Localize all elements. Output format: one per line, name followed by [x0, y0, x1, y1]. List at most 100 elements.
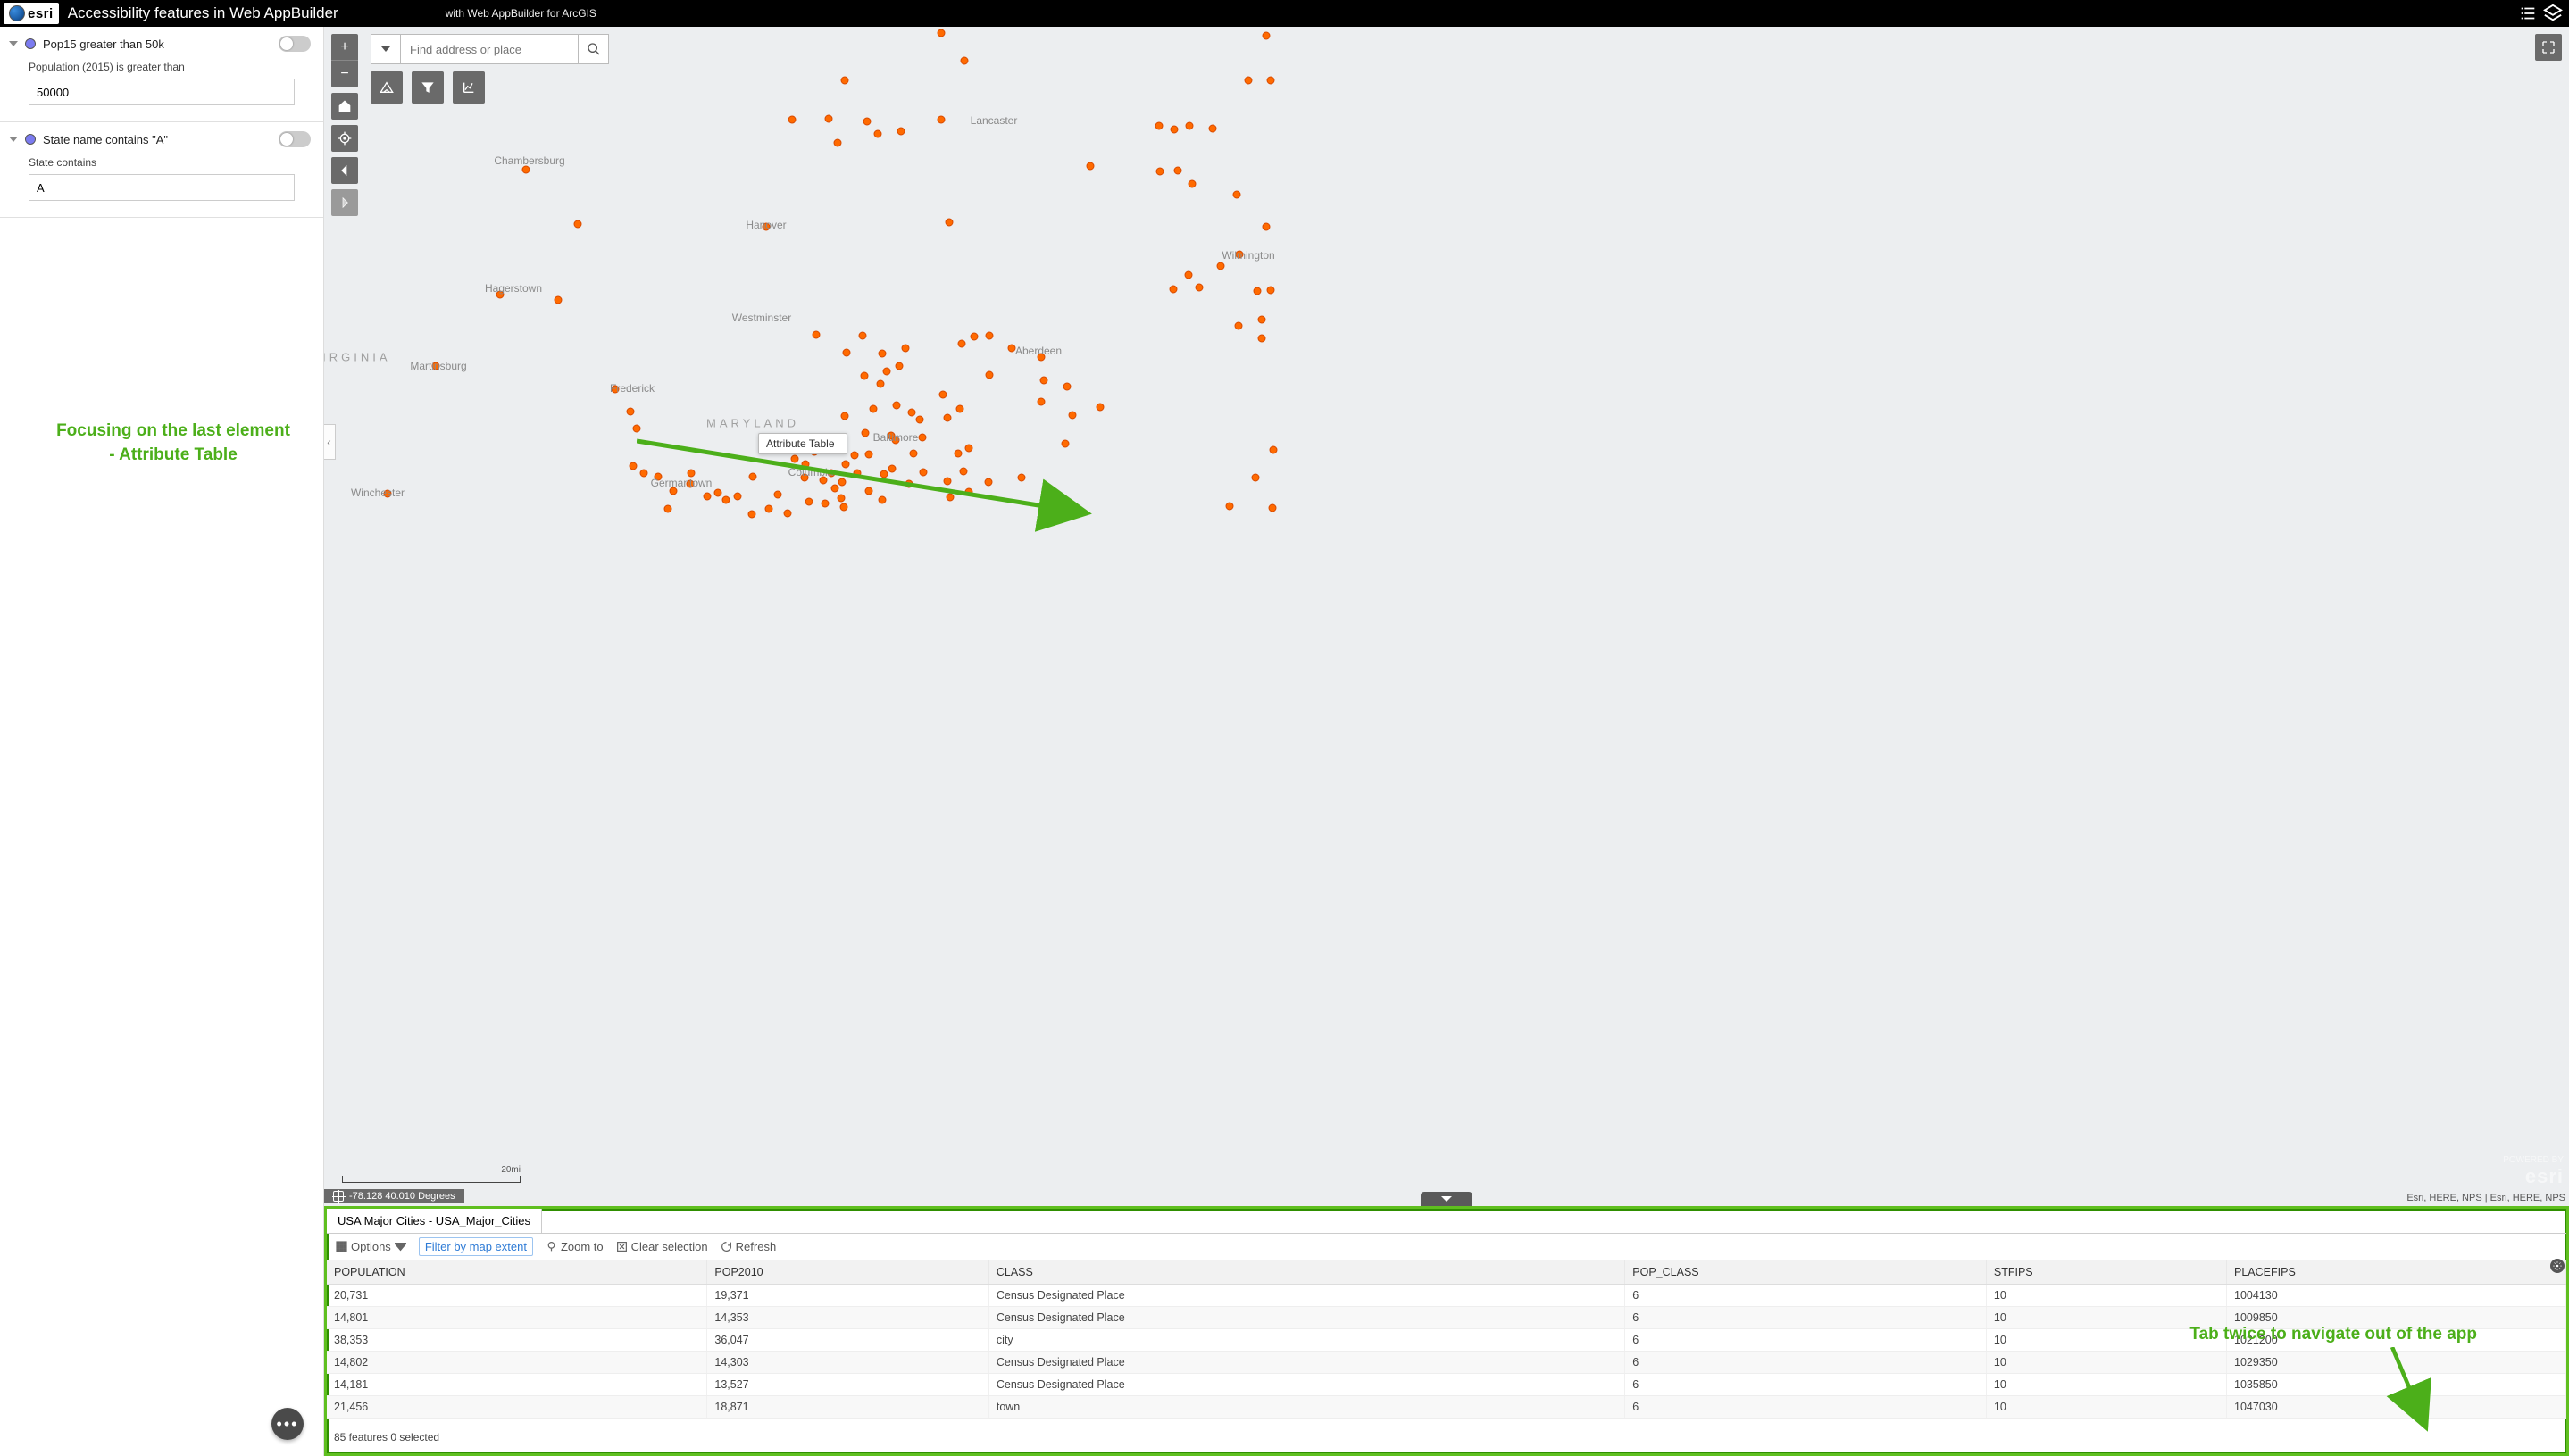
city-label: Baltimore [873, 431, 919, 444]
search-input[interactable] [400, 34, 579, 64]
map-attribution: Esri, HERE, NPS | Esri, HERE, NPS [2406, 1193, 2565, 1203]
locate-button[interactable] [331, 125, 358, 152]
city-label: Hanover [746, 219, 786, 231]
clear-selection-button[interactable]: Clear selection [616, 1240, 708, 1253]
city-label: Winchester [351, 487, 405, 499]
table-cell: 19,371 [707, 1285, 988, 1307]
city-label: Chambersburg [494, 154, 564, 167]
filter-title: Pop15 greater than 50k [43, 37, 271, 51]
table-column-header[interactable]: STFIPS [1986, 1260, 2226, 1285]
filter-toggle[interactable] [279, 131, 311, 147]
table-cell: Census Designated Place [988, 1285, 1624, 1307]
table-cell: 38,353 [327, 1329, 707, 1352]
filter-by-extent-button[interactable]: Filter by map extent [419, 1237, 533, 1256]
attribute-table-tabs: USA Major Cities - USA_Major_Cities [327, 1209, 2566, 1234]
table-column-header[interactable]: POP_CLASS [1625, 1260, 1987, 1285]
filter-input-state[interactable] [29, 174, 295, 201]
table-cell: 6 [1625, 1352, 1987, 1374]
table-row[interactable]: 14,80114,353Census Designated Place61010… [327, 1307, 2566, 1329]
home-button[interactable] [331, 93, 358, 120]
zoom-in-button[interactable]: + [331, 34, 358, 61]
coordinate-display[interactable]: -78.128 40.010 Degrees [324, 1189, 464, 1203]
table-row[interactable]: 38,35336,047city6101021200 [327, 1329, 2566, 1352]
coordinate-text: -78.128 40.010 Degrees [349, 1191, 455, 1202]
table-column-header[interactable]: POPULATION [327, 1260, 707, 1285]
table-column-header[interactable]: CLASS [988, 1260, 1624, 1285]
table-row[interactable]: 14,18113,527Census Designated Place61010… [327, 1374, 2566, 1396]
table-columns-config-button[interactable] [2550, 1259, 2565, 1273]
table-options-button[interactable]: Options [336, 1240, 406, 1253]
zoom-out-button[interactable]: − [331, 61, 358, 87]
city-label: Westminster [732, 312, 791, 324]
table-cell: 14,801 [327, 1307, 707, 1329]
table-cell: 10 [1986, 1285, 2226, 1307]
powered-by-esri: POWERED BY esri [2503, 1155, 2564, 1188]
refresh-button[interactable]: Refresh [721, 1240, 777, 1253]
zoom-controls: + − [331, 34, 358, 216]
filter-input-population[interactable] [29, 79, 295, 105]
search-source-dropdown[interactable] [371, 34, 401, 64]
map-tools-row [371, 71, 485, 104]
attribute-table-panel: USA Major Cities - USA_Major_Cities Opti… [324, 1206, 2569, 1456]
filter-title: State name contains "A" [43, 133, 271, 146]
annotation-focus-last: Focusing on the last element - Attribute… [21, 420, 324, 467]
filter-block-pop: Pop15 greater than 50k Population (2015)… [0, 27, 323, 122]
attribute-table[interactable]: POPULATIONPOP2010CLASSPOP_CLASSSTFIPSPLA… [327, 1260, 2566, 1419]
bookmarks-button[interactable] [371, 71, 403, 104]
table-cell: 1029350 [2227, 1352, 2566, 1374]
filter-color-dot [25, 38, 36, 49]
table-cell: 21,456 [327, 1396, 707, 1419]
search-button[interactable] [579, 34, 609, 64]
filter-button[interactable] [412, 71, 444, 104]
table-cell: 6 [1625, 1374, 1987, 1396]
table-cell: 6 [1625, 1285, 1987, 1307]
zoom-to-button[interactable]: Zoom to [546, 1240, 604, 1253]
chevron-down-icon[interactable] [9, 137, 18, 142]
table-cell: 6 [1625, 1329, 1987, 1352]
filter-sidebar: Pop15 greater than 50k Population (2015)… [0, 27, 324, 1456]
esri-logo: esri [4, 3, 59, 24]
table-row[interactable]: 21,45618,871town6101047030 [327, 1396, 2566, 1419]
table-column-header[interactable]: PLACEFIPS [2227, 1260, 2566, 1285]
table-column-header[interactable]: POP2010 [707, 1260, 988, 1285]
layers-icon[interactable] [2540, 1, 2565, 26]
region-label: MARYLAND [706, 417, 799, 430]
attribute-table-tab[interactable]: USA Major Cities - USA_Major_Cities [327, 1209, 542, 1233]
filter-toggle[interactable] [279, 36, 311, 52]
table-cell: 10 [1986, 1374, 2226, 1396]
table-cell: 1004130 [2227, 1285, 2566, 1307]
city-label: Columbia [788, 466, 834, 478]
table-row[interactable]: 20,73119,371Census Designated Place61010… [327, 1285, 2566, 1307]
table-cell: Census Designated Place [988, 1374, 1624, 1396]
city-label: Hagerstown [485, 282, 542, 295]
chevron-down-icon[interactable] [9, 41, 18, 46]
table-cell: 14,303 [707, 1352, 988, 1374]
table-cell: 1047030 [2227, 1396, 2566, 1419]
fullscreen-button[interactable] [2535, 34, 2562, 61]
attribute-table-footer: 85 features 0 selected [327, 1427, 2566, 1447]
table-header-row: POPULATIONPOP2010CLASSPOP_CLASSSTFIPSPLA… [327, 1260, 2566, 1285]
table-cell: 18,871 [707, 1396, 988, 1419]
table-cell: 1021200 [2227, 1329, 2566, 1352]
sidebar-collapse-tab[interactable] [324, 424, 336, 460]
chart-button[interactable] [453, 71, 485, 104]
globe-icon [9, 5, 25, 21]
table-cell: 10 [1986, 1352, 2226, 1374]
attribute-table-tooltip: Attribute Table [758, 433, 847, 454]
more-button[interactable]: ••• [271, 1408, 304, 1440]
filter-block-state: State name contains "A" State contains [0, 122, 323, 218]
app-subtitle: with Web AppBuilder for ArcGIS [446, 7, 596, 20]
prev-extent-button[interactable] [331, 157, 358, 184]
table-cell: 14,181 [327, 1374, 707, 1396]
table-row[interactable]: 14,80214,303Census Designated Place61010… [327, 1352, 2566, 1374]
legend-icon[interactable] [2515, 1, 2540, 26]
city-label: Frederick [610, 382, 655, 395]
table-cell: 10 [1986, 1329, 2226, 1352]
table-cell: 14,802 [327, 1352, 707, 1374]
table-cell: 6 [1625, 1396, 1987, 1419]
city-label: Wilmington [1222, 249, 1274, 262]
table-cell: 6 [1625, 1307, 1987, 1329]
attribute-table-toggle[interactable] [1421, 1192, 1472, 1206]
table-cell: 10 [1986, 1396, 2226, 1419]
app-header: esri Accessibility features in Web AppBu… [0, 0, 2569, 27]
